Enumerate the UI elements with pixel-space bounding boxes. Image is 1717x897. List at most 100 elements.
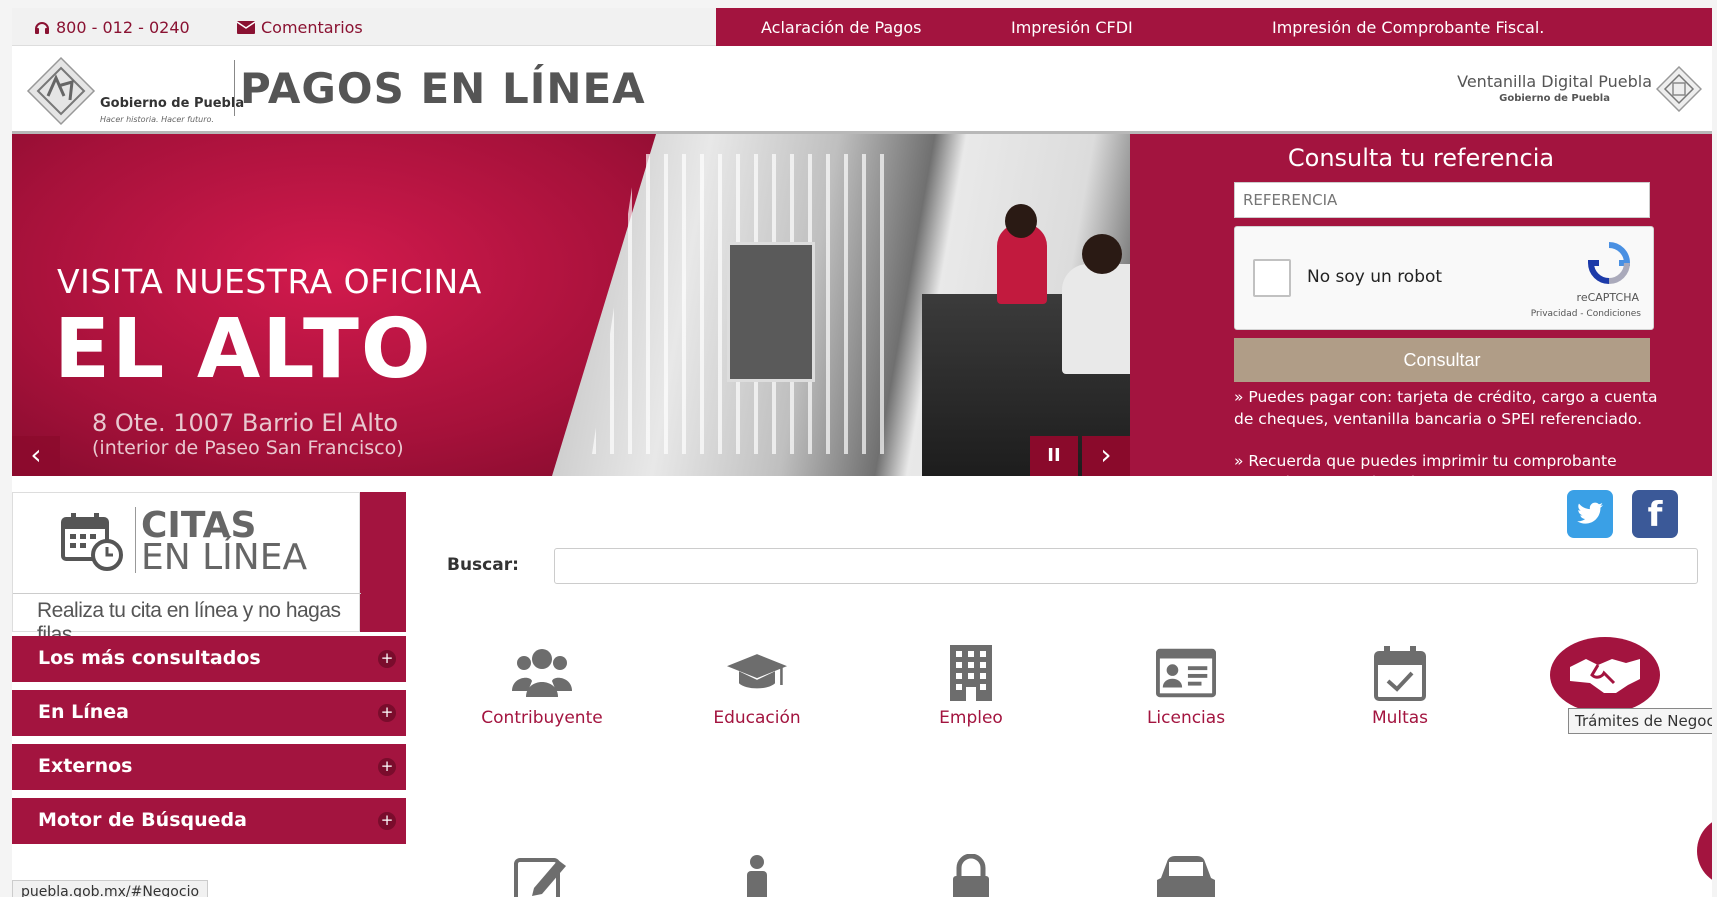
tooltip: Trámites de Negocio — [1568, 708, 1712, 734]
category-contribuyente[interactable]: Contribuyente — [467, 644, 617, 728]
gov-logo[interactable]: Gobierno de Puebla Hacer historia. Hacer… — [22, 52, 244, 128]
consultar-button[interactable]: Consultar — [1234, 338, 1650, 382]
ventanilla-digital-logo[interactable]: Ventanilla Digital Puebla Gobierno de Pu… — [1457, 72, 1652, 104]
expand-plus-icon: + — [378, 758, 396, 776]
accordion-label: Motor de Búsqueda — [38, 809, 247, 831]
category-label: Licencias — [1146, 708, 1226, 728]
calendar-check-icon — [1370, 644, 1430, 702]
twitter-link[interactable] — [1567, 490, 1613, 538]
category-vehiculos[interactable] — [1111, 854, 1261, 897]
accordion-label: Los más consultados — [38, 647, 261, 669]
category-multas[interactable]: Multas — [1325, 644, 1475, 728]
site-header: Gobierno de Puebla Hacer historia. Hacer… — [12, 46, 1712, 134]
recaptcha-checkbox[interactable] — [1253, 259, 1291, 297]
referencia-input[interactable] — [1234, 182, 1650, 218]
slide-person-head — [1082, 234, 1122, 274]
browser-page: 800 - 012 - 0240 Comentarios Aclaración … — [0, 0, 1717, 897]
top-bar-contact: 800 - 012 - 0240 Comentarios — [12, 8, 716, 46]
comments-label: Comentarios — [261, 18, 363, 37]
category-label: Multas — [1371, 708, 1429, 728]
slide-address: 8 Ote. 1007 Barrio El Alto — [92, 409, 399, 437]
citas-card: CITAS EN LÍNEA Realiza tu cita en línea … — [12, 492, 361, 646]
users-icon — [512, 644, 572, 702]
slide-title: EL ALTO — [54, 302, 433, 397]
ventanilla-sub: Gobierno de Puebla — [1499, 93, 1610, 104]
receipt-note: » Recuerda que puedes imprimir tu compro… — [1234, 452, 1617, 492]
accordion-en-linea[interactable]: En Línea + — [12, 690, 406, 736]
citas-subtitle: EN LÍNEA — [141, 537, 308, 578]
accordion-label: Externos — [38, 755, 133, 777]
expand-plus-icon: + — [378, 650, 396, 668]
accordion-motor-busqueda[interactable]: Motor de Búsqueda + — [12, 798, 406, 844]
payment-note: » Puedes pagar con: tarjeta de crédito, … — [1234, 388, 1658, 428]
search-input[interactable] — [554, 548, 1698, 584]
recaptcha-brand: reCAPTCHA — [1576, 291, 1639, 304]
recaptcha-icon — [1587, 242, 1631, 284]
building-icon — [941, 644, 1001, 702]
gov-name: Gobierno de Puebla — [100, 96, 245, 111]
graduation-cap-icon — [727, 644, 787, 702]
envelope-icon — [237, 21, 255, 34]
slide-heading: VISITA NUESTRA OFICINA — [57, 262, 482, 301]
category-label: Contribuyente — [481, 708, 603, 728]
category-licencias[interactable]: Licencias — [1111, 644, 1261, 728]
citas-banner[interactable]: CITAS EN LÍNEA Realiza tu cita en línea … — [12, 492, 406, 646]
person-icon — [747, 855, 767, 897]
category-label: Empleo — [939, 708, 1003, 728]
edit-icon — [514, 858, 566, 897]
gov-slogan: Hacer historia. Hacer futuro. — [100, 115, 214, 124]
comments-link[interactable]: Comentarios — [237, 18, 363, 37]
hero-slider[interactable]: VISITA NUESTRA OFICINA EL ALTO 8 Ote. 10… — [12, 134, 1130, 476]
browser-status-url: puebla.gob.mx/#Negocio — [12, 880, 209, 897]
logo-divider — [234, 60, 235, 116]
slider-next-button[interactable]: › — [1082, 436, 1130, 476]
chat-button[interactable] — [1697, 816, 1712, 886]
slider-pause-button[interactable]: II — [1030, 436, 1078, 476]
ventanilla-emblem-icon — [1656, 66, 1702, 112]
site-wrapper: 800 - 012 - 0240 Comentarios Aclaración … — [12, 8, 1712, 897]
category-empleo[interactable]: Empleo — [896, 644, 1046, 728]
lock-icon — [953, 853, 989, 897]
facebook-link[interactable]: f — [1632, 490, 1678, 538]
slider-prev-button[interactable]: ‹ — [12, 436, 60, 476]
category-tramite-edit[interactable] — [467, 854, 617, 897]
top-bar: 800 - 012 - 0240 Comentarios Aclaración … — [12, 8, 1712, 46]
consulta-panel: Consulta tu referencia No soy un robot r… — [1130, 134, 1712, 492]
expand-plus-icon: + — [378, 704, 396, 722]
nav-aclaracion-pagos[interactable]: Aclaración de Pagos — [761, 18, 921, 37]
consulta-title: Consulta tu referencia — [1287, 144, 1555, 172]
recaptcha-widget: No soy un robot reCAPTCHA Privacidad - C… — [1234, 226, 1654, 330]
slide-person — [1062, 264, 1130, 374]
phone-number: 800 - 012 - 0240 — [56, 18, 190, 37]
phone-link[interactable]: 800 - 012 - 0240 — [34, 18, 190, 37]
recaptcha-label: No soy un robot — [1307, 267, 1443, 287]
category-educacion[interactable]: Educación — [682, 644, 832, 728]
accordion-mas-consultados[interactable]: Los más consultados + — [12, 636, 406, 682]
expand-plus-icon: + — [378, 812, 396, 830]
page-title: PAGOS EN LÍNEA — [240, 64, 646, 113]
category-seguridad[interactable] — [896, 853, 1046, 897]
search-label: Buscar: — [447, 555, 519, 575]
ventanilla-name: Ventanilla Digital Puebla — [1457, 72, 1652, 91]
calendar-clock-icon — [61, 513, 123, 571]
citas-line — [13, 593, 361, 594]
nav-impresion-cfdi[interactable]: Impresión CFDI — [1011, 18, 1133, 37]
slide-address-note: (interior de Paseo San Francisco) — [92, 437, 404, 459]
car-icon — [1157, 856, 1215, 897]
recaptcha-links[interactable]: Privacidad - Condiciones — [1531, 309, 1641, 319]
category-tramites-negocio[interactable] — [1550, 637, 1660, 713]
facebook-icon: f — [1647, 495, 1663, 535]
twitter-icon — [1577, 502, 1603, 524]
nav-impresion-comprobante[interactable]: Impresión de Comprobante Fiscal. — [1272, 18, 1544, 37]
category-label: Educación — [713, 708, 801, 728]
top-nav: Aclaración de Pagos Impresión CFDI Impre… — [716, 8, 1712, 46]
handshake-icon — [1570, 659, 1640, 693]
slide-person-head — [1005, 204, 1037, 238]
slide-sign — [727, 242, 815, 382]
headset-icon — [35, 21, 49, 34]
citas-divider — [135, 507, 136, 573]
puebla-emblem-icon — [26, 56, 96, 126]
category-persona[interactable] — [682, 854, 832, 897]
accordion-label: En Línea — [38, 701, 129, 723]
accordion-externos[interactable]: Externos + — [12, 744, 406, 790]
